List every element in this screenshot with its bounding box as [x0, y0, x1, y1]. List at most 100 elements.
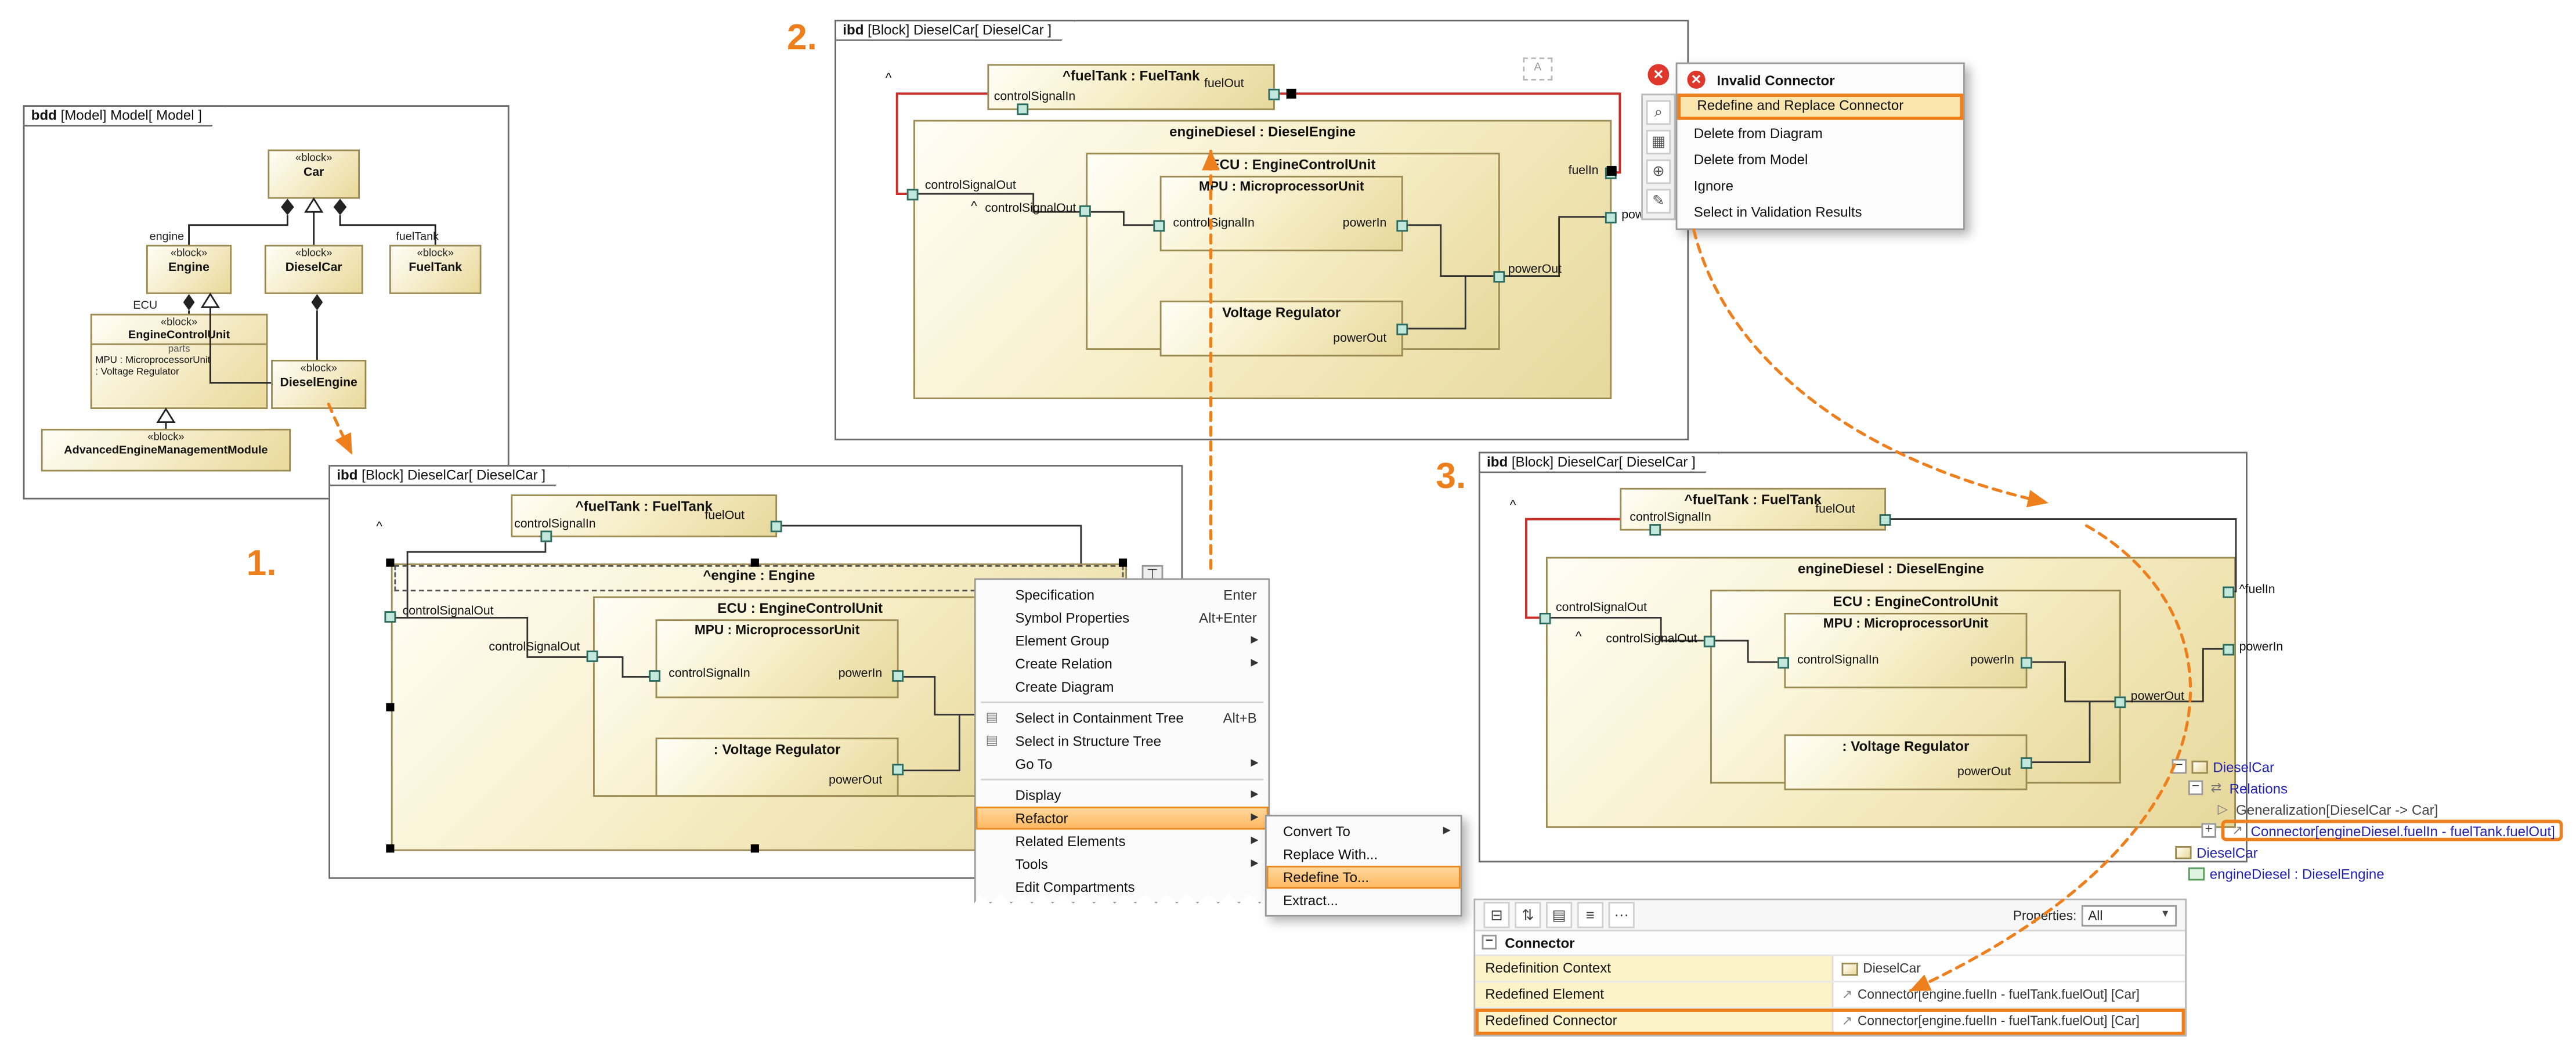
menu-item-refactor[interactable]: Refactor▶	[976, 807, 1269, 830]
port-powerout-ecu[interactable]	[1493, 271, 1505, 283]
port-controlsignalout-engine[interactable]	[907, 189, 919, 201]
port-powerin-mpu[interactable]	[2021, 657, 2032, 668]
port-controlsignalin-mpu[interactable]	[649, 670, 660, 682]
port-powerout-vr[interactable]	[892, 764, 904, 775]
part-mpu[interactable]: MPU : MicroprocessorUnit	[656, 619, 899, 698]
menu-item-specification[interactable]: SpecificationEnter	[976, 583, 1269, 606]
tree-item-connector[interactable]: + ↗ Connector[engineDiesel.fuelIn - fuel…	[2165, 820, 2576, 841]
port-fuelout[interactable]	[1880, 514, 1891, 526]
menu-item-select-in-containment-tree[interactable]: ▤Select in Containment TreeAlt+B	[976, 706, 1269, 729]
menu-item-edit-compartments[interactable]: Edit Compartments	[976, 876, 1269, 899]
port-powerin-mpu[interactable]	[1396, 220, 1408, 232]
port-powerin-mpu[interactable]	[892, 670, 904, 682]
port-controlsignalin-fueltank[interactable]	[1017, 103, 1028, 115]
menu-item-select-in-validation-results[interactable]: Select in Validation Results	[1677, 199, 1963, 225]
part-mpu: MPU : MicroprocessorUnit	[95, 356, 263, 368]
menu-item-redefine-and-replace-connector[interactable]: Redefine and Replace Connector	[1677, 93, 1963, 120]
zoom-icon[interactable]: ⊕	[1646, 160, 1671, 184]
menu-item-delete-from-model[interactable]: Delete from Model	[1677, 146, 1963, 172]
property-row-redefinition-context[interactable]: Redefinition Context DieselCar	[1475, 956, 2185, 982]
ibd-diagram-2-tab[interactable]: ibd [Block] DieselCar[ DieselCar ]	[834, 20, 1076, 41]
bdd-block-dieselengine[interactable]: «block» DieselEngine	[271, 360, 366, 409]
port-fuelout[interactable]	[771, 521, 782, 532]
tree-item-enginediesel[interactable]: engineDiesel : DieselEngine	[2165, 862, 2576, 884]
menu-item-ignore[interactable]: Ignore	[1677, 172, 1963, 198]
part-voltage-regulator[interactable]: Voltage Regulator	[1160, 301, 1403, 356]
properties-filter-label: Properties:	[2013, 908, 2077, 922]
expand-icon[interactable]: +	[2202, 823, 2216, 837]
port-controlsignalout-ecu[interactable]	[1079, 205, 1091, 217]
menu-item-redefine-to[interactable]: Redefine To...	[1267, 866, 1461, 889]
magnifier-icon[interactable]: ⌕	[1646, 100, 1671, 125]
port-controlsignalin-fueltank[interactable]	[1649, 524, 1661, 536]
port-controlsignalout-ecu[interactable]	[1704, 636, 1715, 648]
tree-item-dieselcar-2[interactable]: DieselCar	[2165, 841, 2576, 862]
menu-item-replace-with[interactable]: Replace With...	[1267, 843, 1461, 866]
collapse-icon[interactable]: −	[2172, 759, 2187, 774]
properties-filter-select[interactable]: All ▼	[2082, 904, 2177, 926]
part-mpu[interactable]: MPU : MicroprocessorUnit	[1160, 176, 1403, 251]
port-powerin-engine[interactable]	[1605, 212, 1617, 223]
tree-item-dieselcar[interactable]: − DieselCar	[2165, 756, 2576, 777]
property-row-redefined-connector[interactable]: Redefined Connector ↗ Connector[engine.f…	[1475, 1009, 2185, 1035]
menu-item-element-group[interactable]: Element Group▶	[976, 629, 1269, 652]
bdd-block-fueltank[interactable]: «block» FuelTank	[389, 245, 482, 294]
connector-end-handle[interactable]	[1607, 166, 1617, 176]
port-controlsignalin-fueltank[interactable]	[540, 530, 552, 542]
grid-icon[interactable]: ▤	[1546, 902, 1572, 928]
port-controlsignalin-mpu[interactable]	[1153, 220, 1165, 232]
menu-item-select-in-structure-tree[interactable]: ▤Select in Structure Tree	[976, 729, 1269, 753]
bdd-diagram-tab[interactable]: bdd [Model] Model[ Model ]	[23, 105, 227, 127]
port-controlsignalout-ecu[interactable]	[587, 651, 598, 662]
elements-icon[interactable]: ▦	[1646, 130, 1671, 154]
port-powerout-vr[interactable]	[1396, 324, 1408, 335]
menu-item-tools[interactable]: Tools▶	[976, 852, 1269, 876]
menu-item-display[interactable]: Display▶	[976, 783, 1269, 807]
validation-error-icon[interactable]: ✕	[1648, 64, 1669, 85]
bdd-block-engine[interactable]: «block» Engine	[146, 245, 232, 294]
port-powerout-ecu[interactable]	[2114, 696, 2126, 708]
menu-item-create-relation[interactable]: Create Relation▶	[976, 652, 1269, 675]
tree-item-relations[interactable]: − ⇄ Relations	[2165, 777, 2576, 798]
bdd-block-car[interactable]: «block» Car	[268, 150, 360, 199]
port-fuelout[interactable]	[1269, 89, 1280, 100]
group-by-icon[interactable]: ⊟	[1483, 902, 1509, 928]
sort-icon[interactable]: ⇅	[1515, 902, 1541, 928]
selection-handle[interactable]	[751, 844, 759, 852]
menu-item-delete-from-diagram[interactable]: Delete from Diagram	[1677, 120, 1963, 146]
menu-item-extract[interactable]: Extract...	[1267, 889, 1461, 912]
selection-handle[interactable]	[386, 844, 394, 852]
port-powerin-engine[interactable]	[2223, 644, 2234, 656]
tree-item-generalization[interactable]: ▷ Generalization[DieselCar -> Car]	[2165, 798, 2576, 820]
bdd-block-advanced-engine-management-module[interactable]: «block» AdvancedEngineManagementModule	[41, 429, 291, 472]
port-controlsignalout-engine[interactable]	[1540, 613, 1551, 624]
selection-handle[interactable]	[386, 559, 394, 567]
menu-item-create-diagram[interactable]: Create Diagram	[976, 675, 1269, 699]
list-icon[interactable]: ≡	[1577, 902, 1603, 928]
menu-item-related-elements[interactable]: Related Elements▶	[976, 830, 1269, 853]
part-voltage-regulator[interactable]: : Voltage Regulator	[1784, 734, 2027, 790]
bdd-block-enginecontrolunit[interactable]: «block» EngineControlUnit parts MPU : Mi…	[91, 314, 268, 409]
pencil-icon[interactable]: ✎	[1646, 189, 1671, 214]
selection-handle[interactable]	[386, 703, 394, 711]
connector-end-handle[interactable]	[1287, 89, 1296, 99]
options-icon[interactable]: ⋯	[1609, 902, 1635, 928]
menu-item-symbol-properties[interactable]: Symbol PropertiesAlt+Enter	[976, 606, 1269, 630]
bdd-block-dieselcar[interactable]: «block» DieselCar	[265, 245, 363, 294]
part-voltage-regulator[interactable]: : Voltage Regulator	[656, 738, 899, 797]
ibd-diagram-3-tab[interactable]: ibd [Block] DieselCar[ DieselCar ]	[1479, 452, 1720, 474]
collapse-icon[interactable]: −	[1482, 935, 1497, 949]
menu-item-go-to[interactable]: Go To▶	[976, 753, 1269, 776]
ibd-diagram-1-tab[interactable]: ibd [Block] DieselCar[ DieselCar ]	[328, 465, 570, 486]
port-fuelin-engine[interactable]	[2223, 587, 2234, 598]
part-mpu[interactable]: MPU : MicroprocessorUnit	[1784, 613, 2027, 688]
selection-handle[interactable]	[751, 559, 759, 567]
property-row-redefined-element[interactable]: Redefined Element ↗ Connector[engine.fue…	[1475, 982, 2185, 1009]
port-powerout-vr[interactable]	[2021, 757, 2032, 769]
port-controlsignalin-mpu[interactable]	[1777, 657, 1789, 668]
property-group-connector[interactable]: − Connector	[1475, 931, 2185, 956]
menu-item-convert-to[interactable]: Convert To▶	[1267, 820, 1461, 843]
selection-handle[interactable]	[1119, 559, 1127, 567]
collapse-icon[interactable]: −	[2188, 780, 2203, 795]
port-controlsignalout-engine[interactable]	[384, 611, 396, 623]
